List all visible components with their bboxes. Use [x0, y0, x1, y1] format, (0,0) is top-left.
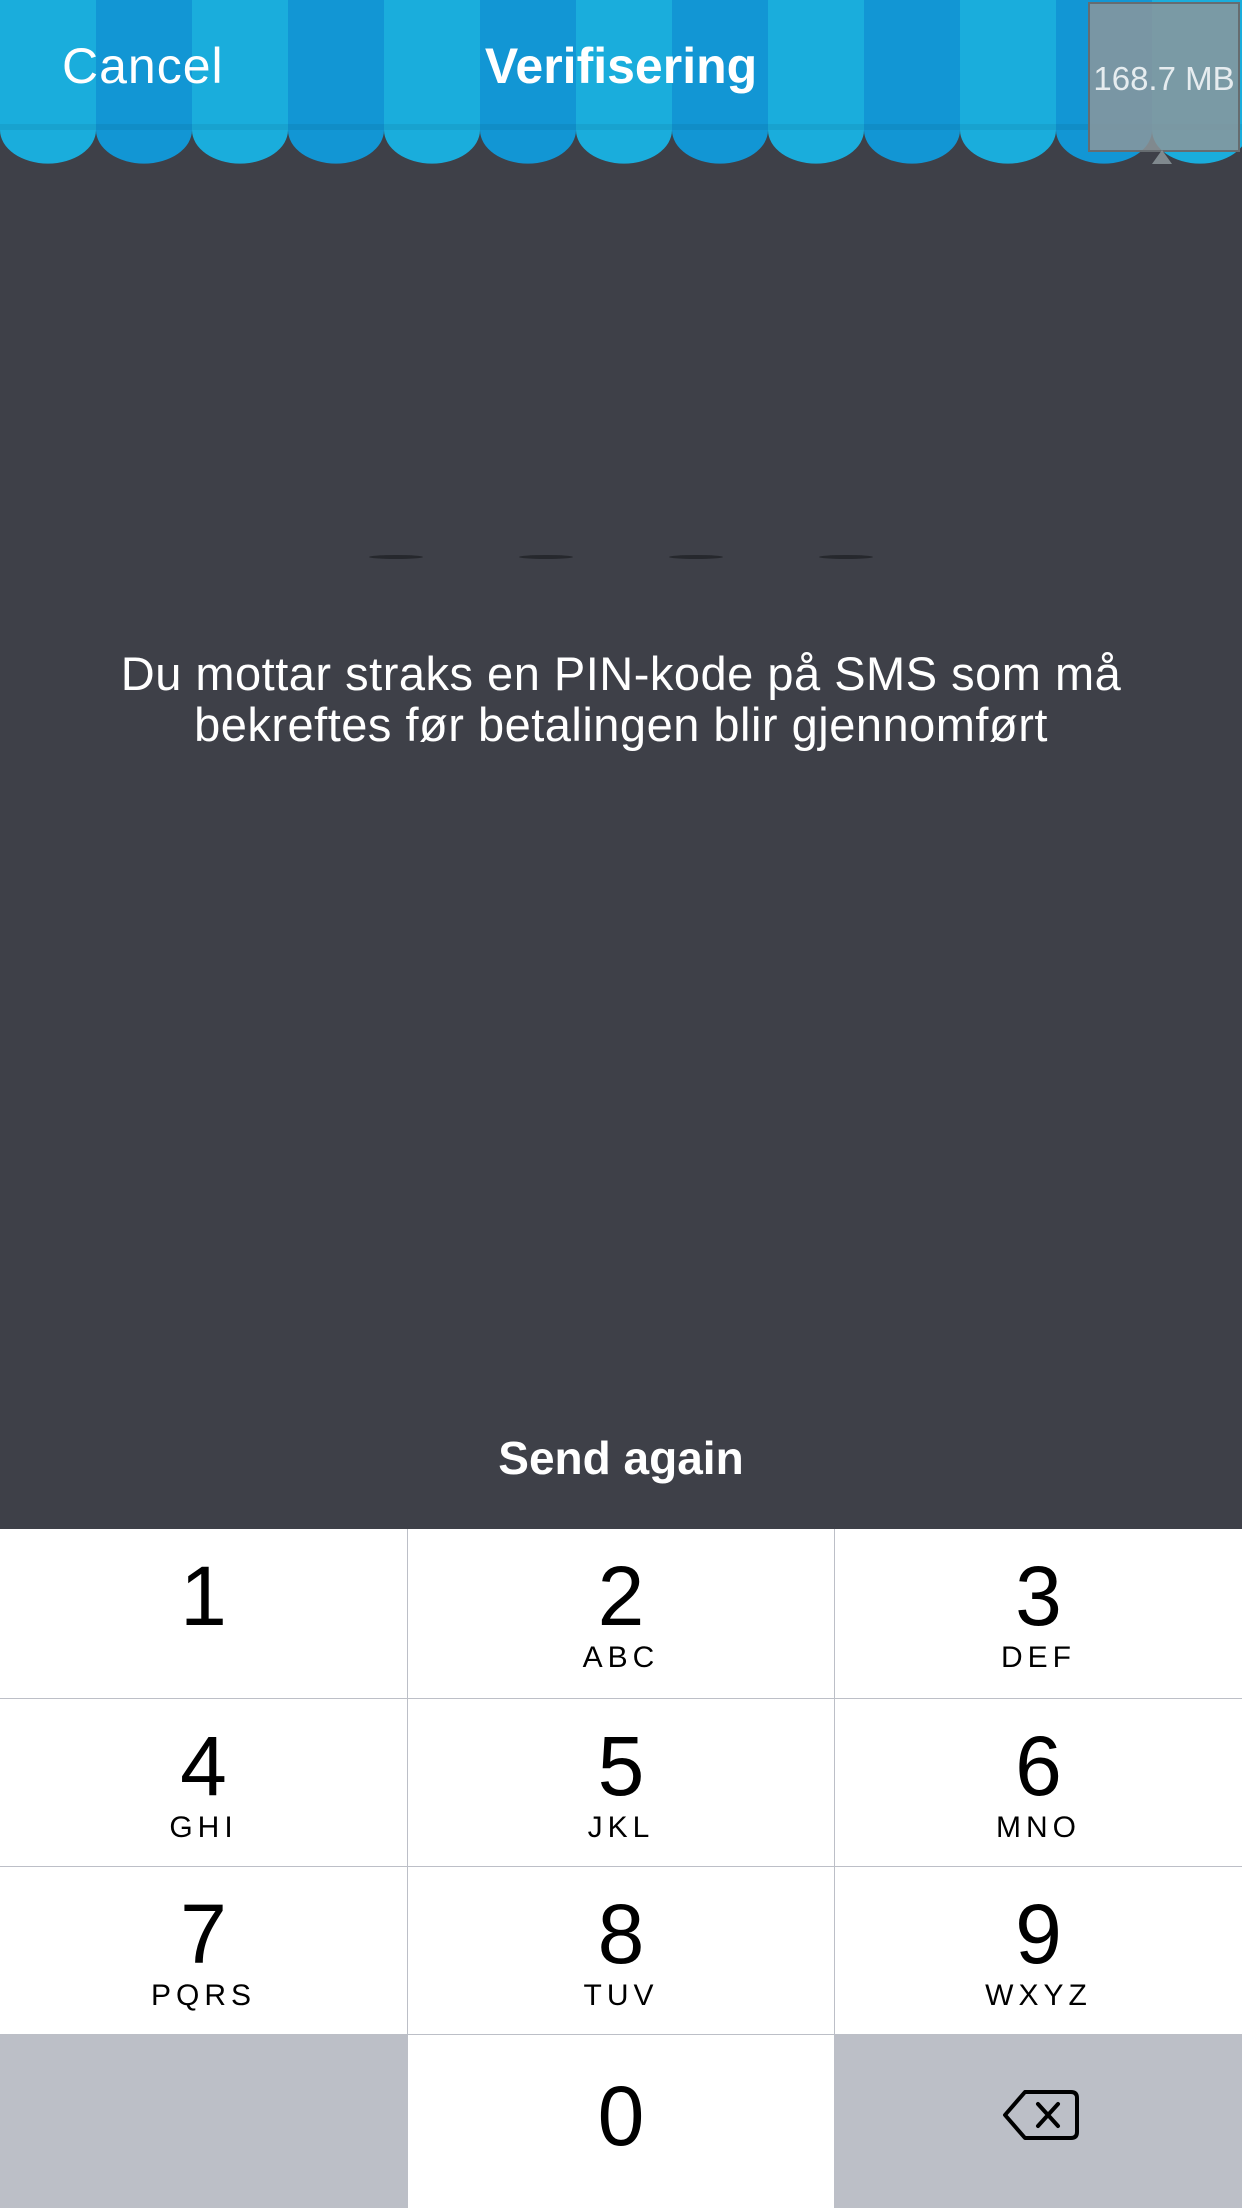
pin-digit-slot-1 [369, 555, 423, 559]
key-letters: GHI [169, 1811, 238, 1844]
pin-digit-slot-4 [819, 555, 873, 559]
key-digit: 9 [1015, 1887, 1062, 1981]
pin-digit-slot-3 [669, 555, 723, 559]
send-again-button[interactable]: Send again [0, 1428, 1242, 1488]
keypad-key-1[interactable]: 1 [0, 1529, 407, 1698]
key-letters: DEF [1001, 1641, 1076, 1674]
keypad-key-8[interactable]: 8 TUV [408, 1867, 834, 2034]
memory-badge-label: 168.7 MB [1093, 60, 1235, 97]
backspace-icon [1003, 2090, 1079, 2140]
pin-digit-slot-2 [519, 555, 573, 559]
keypad-blank-key [0, 2035, 407, 2208]
key-digit: 3 [1015, 1549, 1062, 1643]
memory-badge-notch [1152, 150, 1172, 164]
key-digit: 1 [180, 1549, 227, 1643]
pin-code-input[interactable] [0, 555, 1242, 565]
numeric-keypad: 1 2 ABC 3 DEF 4 GHI 5 JKL 6 MNO 7 PQRS 8… [0, 1529, 1242, 2208]
memory-badge: 168.7 MB [1088, 2, 1240, 164]
key-digit: 8 [597, 1887, 645, 1981]
page-title: Verifisering [484, 38, 758, 94]
key-digit: 0 [597, 2069, 645, 2163]
pin-instructions: Du mottar straks en PIN-kode på SMS som … [120, 647, 1122, 751]
keypad-key-5[interactable]: 5 JKL [408, 1699, 834, 1866]
keypad-backspace-key[interactable] [835, 2035, 1242, 2208]
key-digit: 7 [180, 1887, 227, 1981]
keypad-key-9[interactable]: 9 WXYZ [835, 1867, 1242, 2034]
navigation-bar: Cancel Verifisering 168.7 MB [0, 0, 1242, 175]
keypad-key-0[interactable]: 0 [408, 2035, 834, 2208]
key-letters: TUV [583, 1979, 659, 2012]
key-letters: MNO [996, 1811, 1081, 1844]
key-digit: 6 [1015, 1719, 1062, 1813]
keypad-key-4[interactable]: 4 GHI [0, 1699, 407, 1866]
key-digit: 5 [597, 1719, 645, 1813]
key-letters: ABC [582, 1641, 660, 1674]
keypad-key-3[interactable]: 3 DEF [835, 1529, 1242, 1698]
key-letters: JKL [587, 1811, 655, 1844]
keypad-key-2[interactable]: 2 ABC [408, 1529, 834, 1698]
keypad-key-6[interactable]: 6 MNO [835, 1699, 1242, 1866]
keypad-key-7[interactable]: 7 PQRS [0, 1867, 407, 2034]
key-letters: WXYZ [985, 1979, 1092, 2012]
key-digit: 2 [597, 1549, 645, 1643]
key-digit: 4 [180, 1719, 227, 1813]
key-letters: PQRS [150, 1979, 257, 2012]
